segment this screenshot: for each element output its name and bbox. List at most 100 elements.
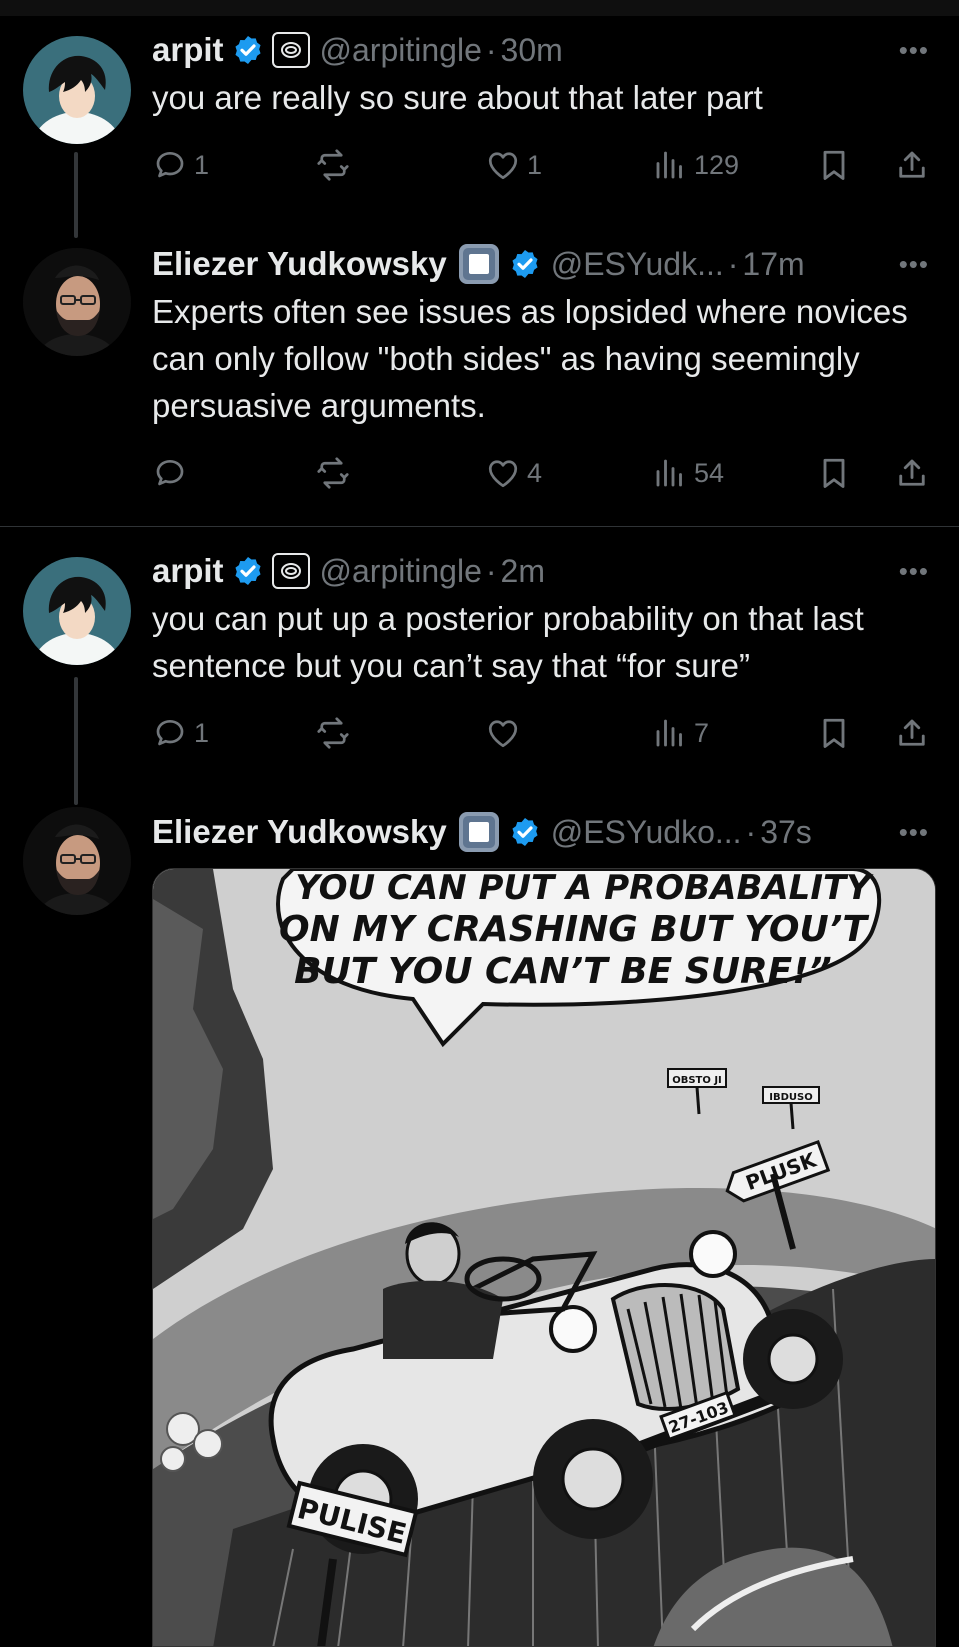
bubble-line-2: ON MY CRASHING BUT YOU’T bbox=[279, 909, 869, 950]
tweet-2[interactable]: Eliezer Yudkowsky @ESYudk... · 17m ••• E… bbox=[0, 230, 959, 526]
reply-icon bbox=[152, 147, 188, 183]
tweet-media-image[interactable]: YOU CAN PUT A PROBABALITY ON MY CRASHING… bbox=[152, 868, 936, 1647]
repost-icon bbox=[315, 147, 351, 183]
bookmark-icon bbox=[816, 455, 852, 491]
repost-button[interactable] bbox=[315, 141, 357, 189]
reply-icon bbox=[152, 715, 188, 751]
separator-dot: · bbox=[485, 552, 497, 589]
author-handle[interactable]: @ESYudko... bbox=[551, 814, 742, 851]
action-bar: 1 1 129 bbox=[152, 141, 932, 189]
affiliate-badge-icon[interactable] bbox=[271, 32, 310, 68]
like-icon bbox=[485, 147, 521, 183]
like-button[interactable]: 4 bbox=[485, 449, 542, 497]
like-button[interactable] bbox=[485, 709, 527, 757]
verified-icon bbox=[232, 555, 264, 587]
bubble-line-3: BUT YOU CAN’T BE SURE!” bbox=[294, 951, 832, 992]
bookmark-button[interactable] bbox=[816, 449, 852, 497]
author-handle[interactable]: @ESYudk... bbox=[551, 246, 724, 283]
timestamp[interactable]: 2m bbox=[501, 553, 545, 590]
reply-button[interactable]: 1 bbox=[152, 709, 209, 757]
views-count: 129 bbox=[694, 149, 740, 180]
action-bar: 4 54 bbox=[152, 449, 932, 497]
repost-button[interactable] bbox=[315, 449, 357, 497]
tweet-header: arpit @arpitingle · 2m bbox=[152, 549, 929, 593]
like-count: 1 bbox=[527, 149, 543, 180]
small-sign-1: OBSTO JI bbox=[672, 1075, 722, 1086]
repost-icon bbox=[315, 715, 351, 751]
bubble-line-1: YOU CAN PUT A PROBABALITY bbox=[295, 869, 874, 908]
timestamp[interactable]: 30m bbox=[501, 32, 563, 69]
views-icon bbox=[652, 147, 688, 183]
tweet-header: arpit @arpitingle · 30m bbox=[152, 28, 929, 72]
reply-button[interactable] bbox=[152, 449, 194, 497]
author-name[interactable]: Eliezer Yudkowsky bbox=[152, 813, 447, 851]
square-badge-icon bbox=[458, 812, 499, 852]
like-count: 4 bbox=[527, 457, 543, 488]
action-bar: 1 7 bbox=[152, 709, 932, 757]
more-button[interactable]: ••• bbox=[899, 28, 929, 72]
more-icon: ••• bbox=[898, 555, 929, 586]
tweet-body: arpit @arpitingle · 2m ••• you can put u… bbox=[152, 549, 929, 689]
tweet-header: Eliezer Yudkowsky @ESYudko... · 37s bbox=[152, 810, 929, 854]
tweet-text: you are really so sure about that later … bbox=[152, 79, 763, 116]
affiliate-badge-icon[interactable] bbox=[271, 553, 310, 589]
reply-button[interactable]: 1 bbox=[152, 141, 209, 189]
share-button[interactable] bbox=[894, 141, 930, 189]
more-button[interactable]: ••• bbox=[899, 549, 929, 593]
verified-icon bbox=[509, 248, 541, 280]
bookmark-icon bbox=[816, 147, 852, 183]
like-button[interactable]: 1 bbox=[485, 141, 542, 189]
more-icon: ••• bbox=[898, 816, 929, 847]
separator-dot: · bbox=[485, 31, 497, 68]
reply-icon bbox=[152, 455, 188, 491]
small-sign-2: IBDUSO bbox=[769, 1092, 812, 1103]
repost-icon bbox=[315, 455, 351, 491]
author-name[interactable]: arpit bbox=[152, 31, 224, 69]
more-icon: ••• bbox=[898, 34, 929, 65]
avatar[interactable] bbox=[23, 557, 131, 665]
share-button[interactable] bbox=[894, 449, 930, 497]
views-button[interactable]: 7 bbox=[652, 709, 709, 757]
timestamp[interactable]: 37s bbox=[760, 814, 812, 851]
reply-count: 1 bbox=[194, 717, 210, 748]
share-icon bbox=[894, 715, 930, 751]
square-badge-icon bbox=[458, 244, 499, 284]
views-button[interactable]: 129 bbox=[652, 141, 739, 189]
author-handle[interactable]: @arpitingle bbox=[320, 32, 482, 69]
tweet-body: Eliezer Yudkowsky @ESYudko... · 37s ••• bbox=[152, 810, 929, 854]
avatar[interactable] bbox=[23, 248, 131, 356]
tweet-3[interactable]: arpit @arpitingle · 2m ••• you can put u… bbox=[0, 527, 959, 807]
tweet-1[interactable]: arpit @arpitingle · 30m ••• you are real… bbox=[0, 0, 959, 238]
tweet-text: you can put up a posterior probability o… bbox=[152, 600, 864, 684]
tweet-body: arpit @arpitingle · 30m ••• you are real… bbox=[152, 28, 929, 121]
timestamp[interactable]: 17m bbox=[742, 246, 804, 283]
thread-line bbox=[74, 152, 78, 238]
bookmark-icon bbox=[816, 715, 852, 751]
share-icon bbox=[894, 147, 930, 183]
views-icon bbox=[652, 715, 688, 751]
avatar[interactable] bbox=[23, 807, 131, 915]
author-handle[interactable]: @arpitingle bbox=[320, 553, 482, 590]
like-icon bbox=[485, 455, 521, 491]
share-button[interactable] bbox=[894, 709, 930, 757]
bookmark-button[interactable] bbox=[816, 141, 852, 189]
views-count: 54 bbox=[694, 457, 725, 488]
verified-icon bbox=[509, 816, 541, 848]
separator-dot: · bbox=[727, 245, 739, 282]
separator-dot: · bbox=[745, 813, 757, 850]
more-button[interactable]: ••• bbox=[899, 810, 929, 854]
more-button[interactable]: ••• bbox=[899, 242, 929, 286]
bookmark-button[interactable] bbox=[816, 709, 852, 757]
views-button[interactable]: 54 bbox=[652, 449, 724, 497]
author-name[interactable]: Eliezer Yudkowsky bbox=[152, 245, 447, 283]
tweet-body: Eliezer Yudkowsky @ESYudk... · 17m ••• E… bbox=[152, 242, 929, 429]
more-icon: ••• bbox=[898, 248, 929, 279]
author-name[interactable]: arpit bbox=[152, 552, 224, 590]
reply-count: 1 bbox=[194, 149, 210, 180]
thread-line bbox=[74, 677, 78, 805]
tweet-header: Eliezer Yudkowsky @ESYudk... · 17m bbox=[152, 242, 929, 286]
repost-button[interactable] bbox=[315, 709, 357, 757]
avatar[interactable] bbox=[23, 36, 131, 144]
views-icon bbox=[652, 455, 688, 491]
share-icon bbox=[894, 455, 930, 491]
